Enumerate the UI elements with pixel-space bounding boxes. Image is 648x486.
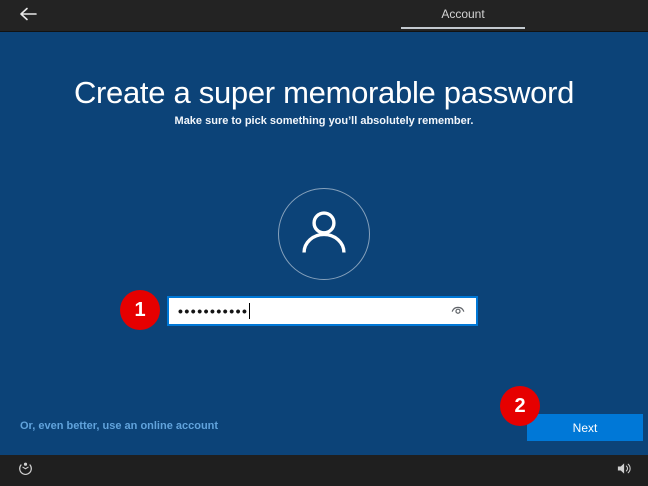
person-icon bbox=[295, 203, 353, 266]
volume-speaker-icon bbox=[617, 462, 633, 480]
password-masked-value: ••••••••••• bbox=[178, 298, 248, 324]
ease-of-access-icon bbox=[18, 461, 33, 481]
back-arrow-icon bbox=[19, 7, 37, 26]
bottom-system-bar bbox=[0, 455, 648, 486]
annotation-badge-1: 1 bbox=[120, 290, 160, 330]
password-input[interactable]: ••••••••••• bbox=[167, 296, 478, 326]
next-button[interactable]: Next bbox=[527, 414, 643, 441]
page-title: Create a super memorable password bbox=[0, 75, 648, 111]
eye-icon bbox=[449, 302, 467, 321]
oobe-account-screen: Account Create a super memorable passwor… bbox=[0, 0, 648, 486]
step-progress-underline bbox=[401, 27, 525, 29]
reveal-password-button[interactable] bbox=[449, 302, 467, 321]
user-avatar bbox=[278, 188, 370, 280]
ease-of-access-button[interactable] bbox=[16, 462, 34, 480]
page-subtitle: Make sure to pick something you’ll absol… bbox=[0, 115, 648, 127]
back-button[interactable] bbox=[16, 5, 40, 27]
top-header-bar: Account bbox=[0, 0, 648, 32]
text-caret bbox=[249, 303, 250, 319]
use-online-account-link[interactable]: Or, even better, use an online account bbox=[20, 420, 218, 432]
volume-button[interactable] bbox=[616, 462, 634, 480]
annotation-badge-2: 2 bbox=[500, 386, 540, 426]
step-label-account: Account bbox=[401, 7, 525, 21]
main-content: Create a super memorable password Make s… bbox=[0, 33, 648, 455]
